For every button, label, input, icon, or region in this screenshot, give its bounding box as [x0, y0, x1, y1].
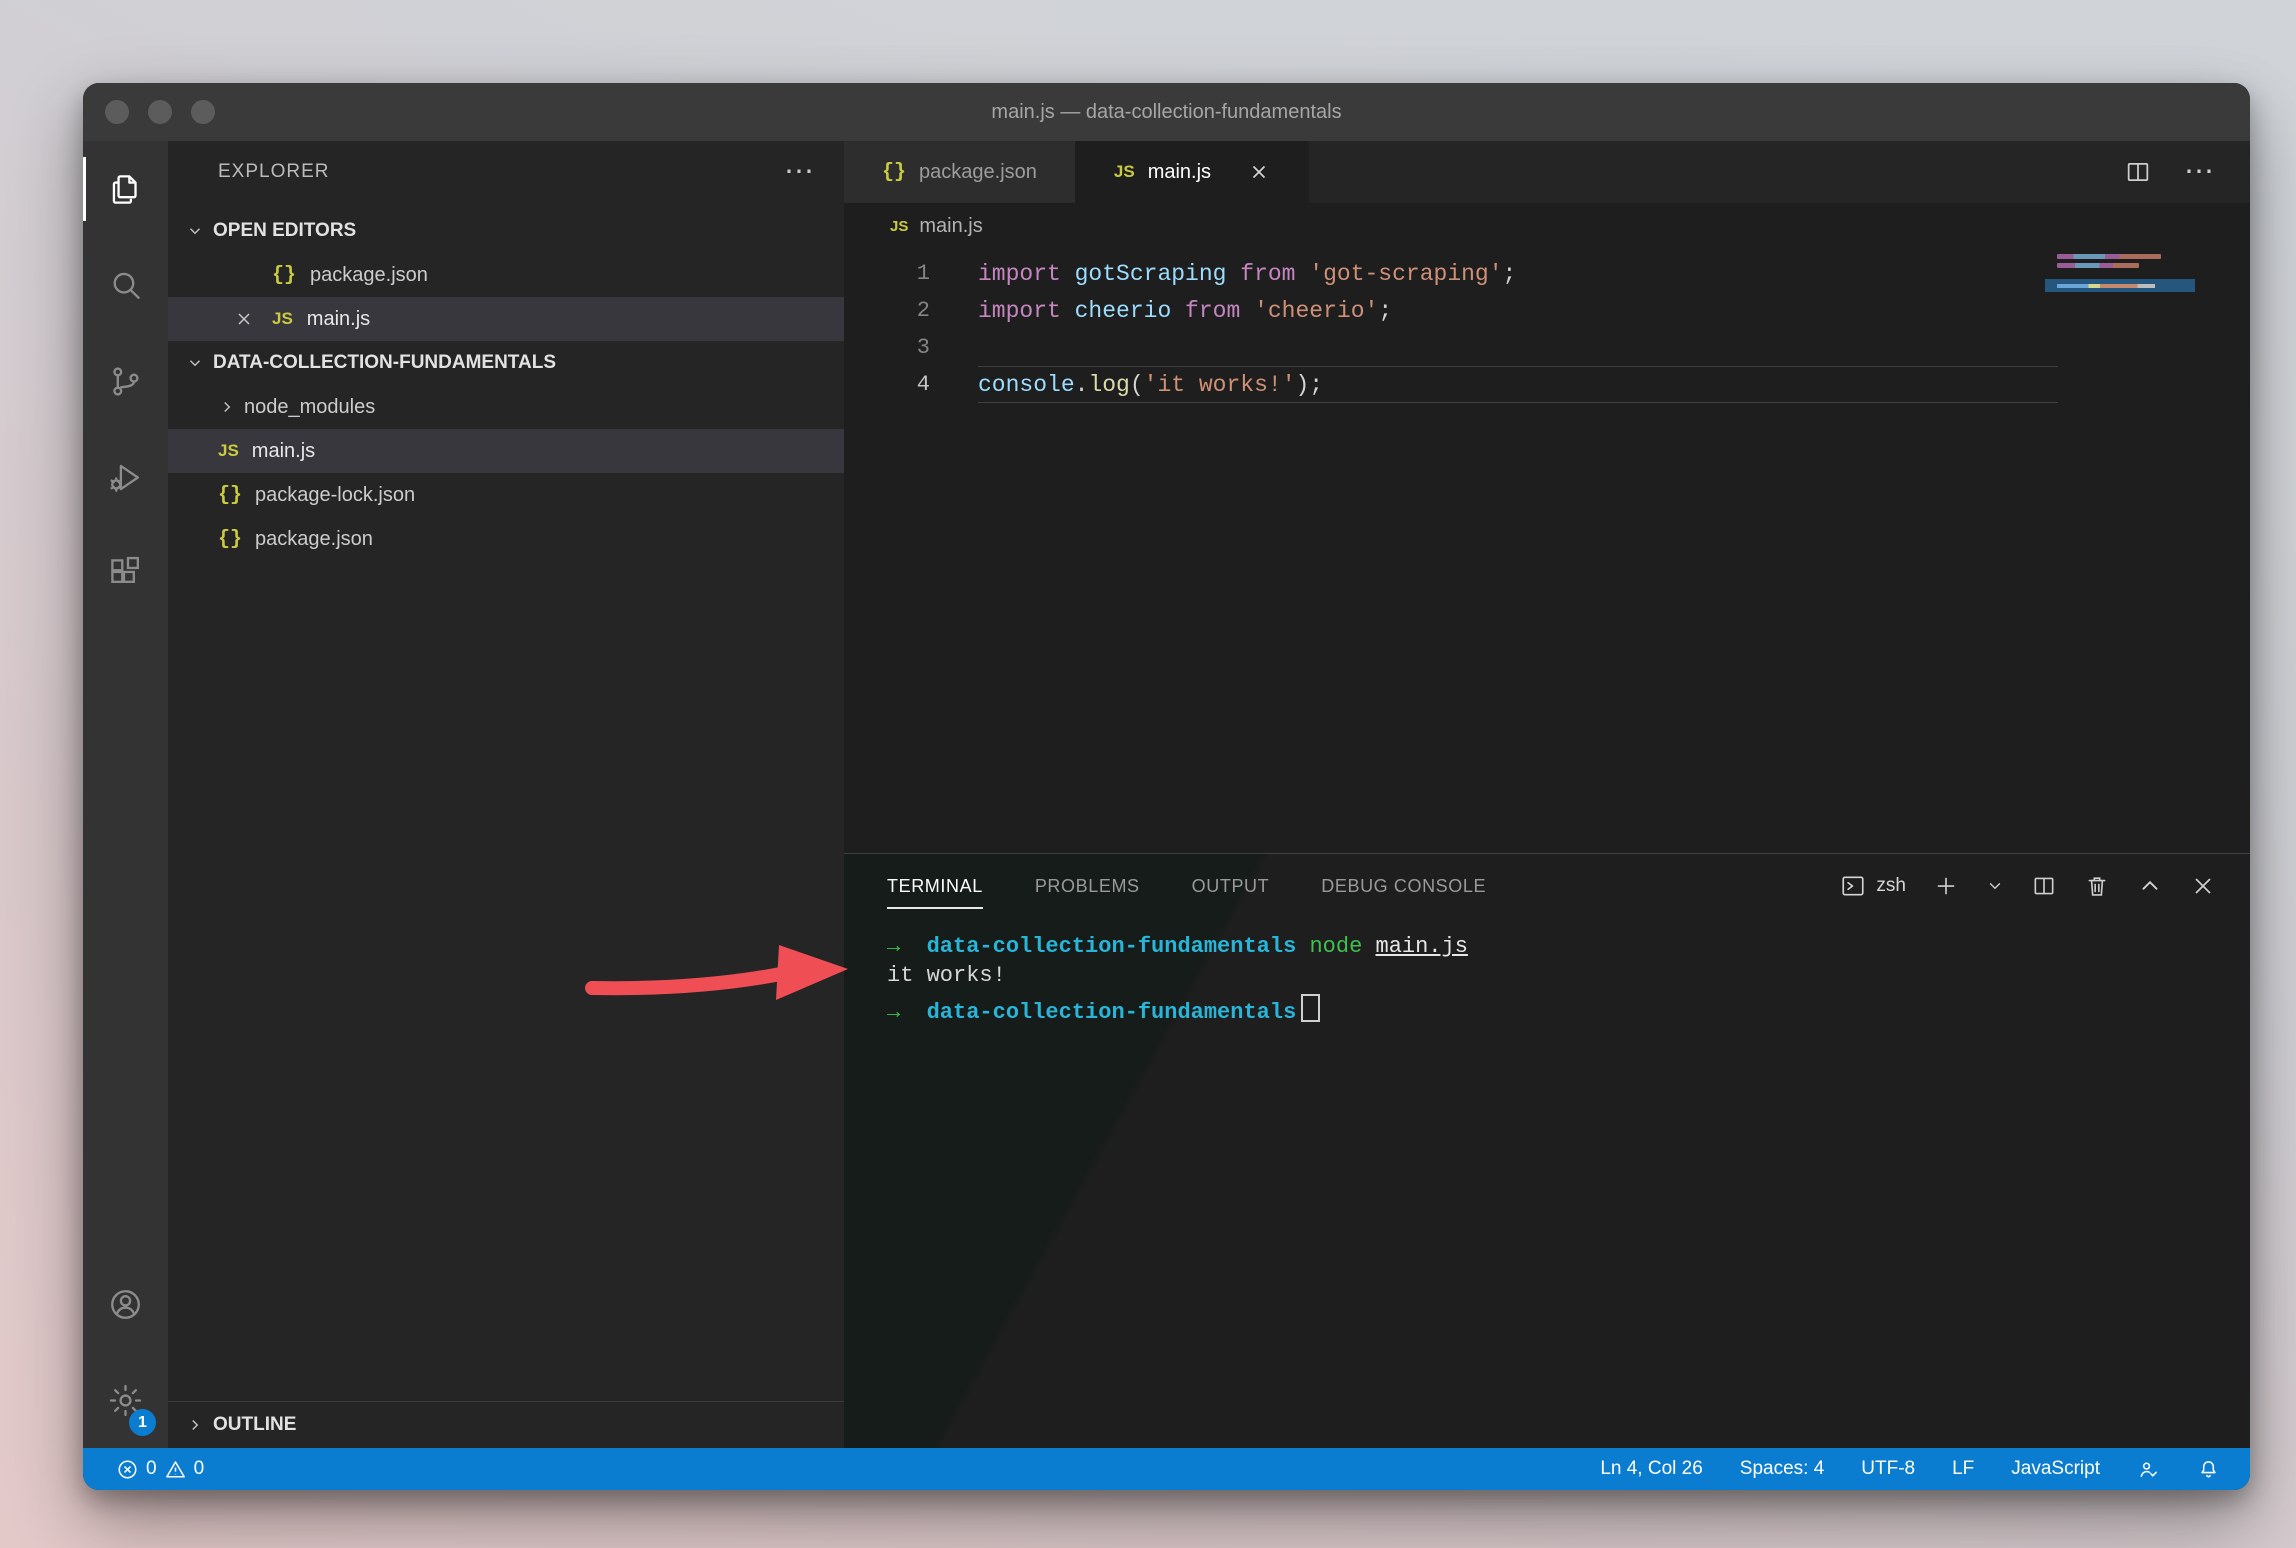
panel-tab-terminal[interactable]: TERMINAL [887, 854, 983, 918]
code-line: 2import cheerio from 'cheerio'; [844, 292, 2250, 329]
error-icon [116, 1458, 139, 1481]
vscode-window: main.js — data-collection-fundamentals [83, 83, 2250, 1490]
open-editors-section-header[interactable]: OPEN EDITORS [168, 209, 844, 253]
eol-status[interactable]: LF [1952, 1458, 1974, 1480]
js-icon: JS [272, 309, 293, 329]
terminal-line: it works! [887, 961, 2250, 990]
code-editor[interactable]: 1import gotScraping from 'got-scraping';… [844, 249, 2250, 853]
split-terminal-icon[interactable] [2031, 873, 2057, 899]
chevron-right-icon [186, 1416, 204, 1434]
traffic-lights [105, 83, 215, 141]
titlebar: main.js — data-collection-fundamentals [83, 83, 2250, 141]
terminal-output[interactable]: → data-collection-fundamentals node main… [844, 918, 2250, 1019]
breadcrumb[interactable]: JS main.js [844, 203, 2250, 249]
extensions-icon[interactable] [83, 525, 168, 621]
tree-item-node-modules[interactable]: node_modules [168, 385, 844, 429]
panel: TERMINAL PROBLEMS OUTPUT DEBUG CONSOLE z… [844, 853, 2250, 1448]
code-line: 3 [844, 329, 2250, 366]
terminal-line: → data-collection-fundamentals node main… [887, 932, 2250, 961]
tab-package-json[interactable]: {} package.json [844, 141, 1076, 203]
close-editor-icon[interactable] [234, 309, 254, 329]
run-and-debug-icon[interactable] [83, 429, 168, 525]
outline-section-header[interactable]: OUTLINE [168, 1401, 844, 1448]
warning-icon [164, 1458, 187, 1481]
explorer-sidebar: EXPLORER ⋯ OPEN EDITORS {} package.json … [168, 141, 844, 1448]
language-mode-status[interactable]: JavaScript [2011, 1458, 2100, 1480]
open-editor-item-main-js[interactable]: JS main.js [168, 297, 844, 341]
tree-item-main-js[interactable]: JS main.js [168, 429, 844, 473]
terminal-icon [1840, 873, 1866, 899]
settings-gear-icon[interactable]: 1 [83, 1352, 168, 1448]
workspace-section-header[interactable]: DATA-COLLECTION-FUNDAMENTALS [168, 341, 844, 385]
maximize-panel-icon[interactable] [2137, 873, 2163, 899]
cursor-position-status[interactable]: Ln 4, Col 26 [1600, 1458, 1702, 1480]
sidebar-title: EXPLORER [218, 161, 329, 183]
status-bar: 0 0 Ln 4, Col 26 Spaces: 4 UTF-8 LF Java… [83, 1448, 2250, 1490]
close-panel-icon[interactable] [2190, 873, 2216, 899]
notifications-bell-icon[interactable] [2197, 1458, 2220, 1481]
encoding-status[interactable]: UTF-8 [1861, 1458, 1915, 1480]
explorer-icon[interactable] [83, 141, 168, 237]
editor-group: {} package.json JS main.js ⋯ JS [844, 141, 2250, 1448]
json-braces-icon: {} [218, 484, 242, 507]
js-icon: JS [218, 441, 239, 461]
tab-bar: {} package.json JS main.js ⋯ [844, 141, 2250, 203]
minimap[interactable] [2045, 254, 2195, 292]
kill-terminal-icon[interactable] [2084, 873, 2110, 899]
indentation-status[interactable]: Spaces: 4 [1740, 1458, 1825, 1480]
tab-main-js[interactable]: JS main.js [1076, 141, 1309, 203]
search-icon[interactable] [83, 237, 168, 333]
account-icon[interactable] [83, 1256, 168, 1352]
panel-tab-debug-console[interactable]: DEBUG CONSOLE [1321, 854, 1486, 918]
js-icon: JS [1114, 162, 1135, 182]
terminal-dropdown-icon[interactable] [1986, 877, 2004, 895]
source-control-icon[interactable] [83, 333, 168, 429]
problems-status[interactable]: 0 0 [116, 1458, 204, 1481]
shell-selector[interactable]: zsh [1840, 873, 1906, 899]
minimize-window-button[interactable] [148, 100, 172, 124]
json-braces-icon: {} [218, 528, 242, 551]
tree-item-package-lock-json[interactable]: {} package-lock.json [168, 473, 844, 517]
split-editor-icon[interactable] [2124, 158, 2152, 186]
chevron-down-icon [186, 222, 204, 240]
chevron-right-icon [218, 398, 236, 416]
terminal-cursor [1301, 994, 1320, 1022]
close-window-button[interactable] [105, 100, 129, 124]
chevron-down-icon [186, 354, 204, 372]
feedback-person-icon[interactable] [2137, 1458, 2160, 1481]
panel-tab-output[interactable]: OUTPUT [1192, 854, 1270, 918]
close-tab-icon[interactable] [1248, 161, 1270, 183]
new-terminal-icon[interactable] [1933, 873, 1959, 899]
code-line: 1import gotScraping from 'got-scraping'; [844, 255, 2250, 292]
window-title: main.js — data-collection-fundamentals [991, 101, 1341, 124]
tree-item-package-json[interactable]: {} package.json [168, 517, 844, 561]
terminal-line: → data-collection-fundamentals [887, 990, 2250, 1019]
activity-bar: 1 [83, 141, 168, 1448]
settings-badge: 1 [129, 1409, 156, 1436]
zoom-window-button[interactable] [191, 100, 215, 124]
panel-tab-problems[interactable]: PROBLEMS [1035, 854, 1140, 918]
json-braces-icon: {} [882, 161, 906, 184]
desktop: main.js — data-collection-fundamentals [0, 0, 2296, 1548]
code-line-current: 4console.log('it works!'); [844, 366, 2250, 403]
json-braces-icon: {} [272, 264, 296, 287]
js-icon: JS [890, 218, 908, 235]
open-editor-item-package-json[interactable]: {} package.json [168, 253, 844, 297]
